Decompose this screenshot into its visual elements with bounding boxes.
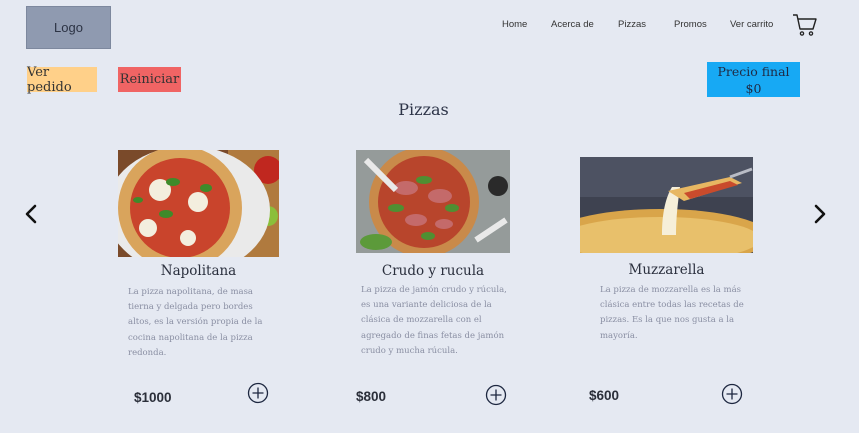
product-image-crudo-rucula <box>356 150 510 253</box>
plus-circle-icon[interactable] <box>247 382 269 404</box>
description-line: cocina napolitana de la pizza <box>128 332 253 343</box>
nav-home[interactable]: Home <box>502 19 527 30</box>
nav-promos[interactable]: Promos <box>674 19 707 30</box>
nav-ver-carrito[interactable]: Ver carrito <box>730 19 773 30</box>
logo[interactable]: Logo <box>26 6 111 49</box>
section-title: Pizzas <box>398 100 449 119</box>
description-line: redonda. <box>128 347 167 358</box>
product-price: $1000 <box>134 390 172 405</box>
nav-acerca-de[interactable]: Acerca de <box>551 19 594 30</box>
description-line: La pizza de mozzarella es la más <box>600 285 742 295</box>
product-price: $600 <box>589 388 620 403</box>
product-description: La pizza de jamón crudo y rúcula, es una… <box>361 283 511 359</box>
description-line: tierna y delgada pero bordes <box>128 302 253 313</box>
chevron-right-icon[interactable] <box>812 204 828 224</box>
description-line: La pizza napolitana, de masa <box>128 287 253 297</box>
description-line: pizzas. Es la que nos gusta a la <box>600 315 735 326</box>
description-line: crudo y mucha rúcula. <box>361 345 458 356</box>
product-description: La pizza de mozzarella es la más clásica… <box>600 283 750 344</box>
precio-final-label: Precio final <box>717 64 790 79</box>
product-name: Muzzarella <box>628 262 705 278</box>
chevron-left-icon[interactable] <box>23 204 39 224</box>
description-line: clásica entre todas las recetas de <box>600 300 744 311</box>
plus-circle-icon[interactable] <box>485 384 507 406</box>
product-name: Napolitana <box>160 263 237 279</box>
product-name: Crudo y rucula <box>381 263 485 279</box>
reiniciar-button[interactable]: Reiniciar <box>118 67 181 92</box>
product-description: La pizza napolitana, de masa tierna y de… <box>128 285 278 361</box>
product-price: $800 <box>356 389 387 404</box>
product-image-muzzarella <box>580 157 753 253</box>
ver-pedido-button[interactable]: Ver pedido <box>27 65 97 95</box>
plus-circle-icon[interactable] <box>721 383 743 405</box>
description-line: altos, es la versión propia de la <box>128 317 263 328</box>
precio-final-value: $0 <box>745 81 762 96</box>
cart-icon[interactable] <box>792 12 818 38</box>
precio-final-box: Precio final $0 <box>707 62 800 97</box>
nav-pizzas[interactable]: Pizzas <box>618 19 646 30</box>
description-line: agregado de finas fetas de jamón <box>361 330 505 341</box>
description-line: mayoría. <box>600 330 638 341</box>
description-line: clásica de mozzarella con el <box>361 315 482 326</box>
description-line: La pizza de jamón crudo y rúcula, <box>361 285 507 295</box>
product-image-napolitana <box>118 150 279 257</box>
description-line: es una variante deliciosa de la <box>361 300 492 311</box>
